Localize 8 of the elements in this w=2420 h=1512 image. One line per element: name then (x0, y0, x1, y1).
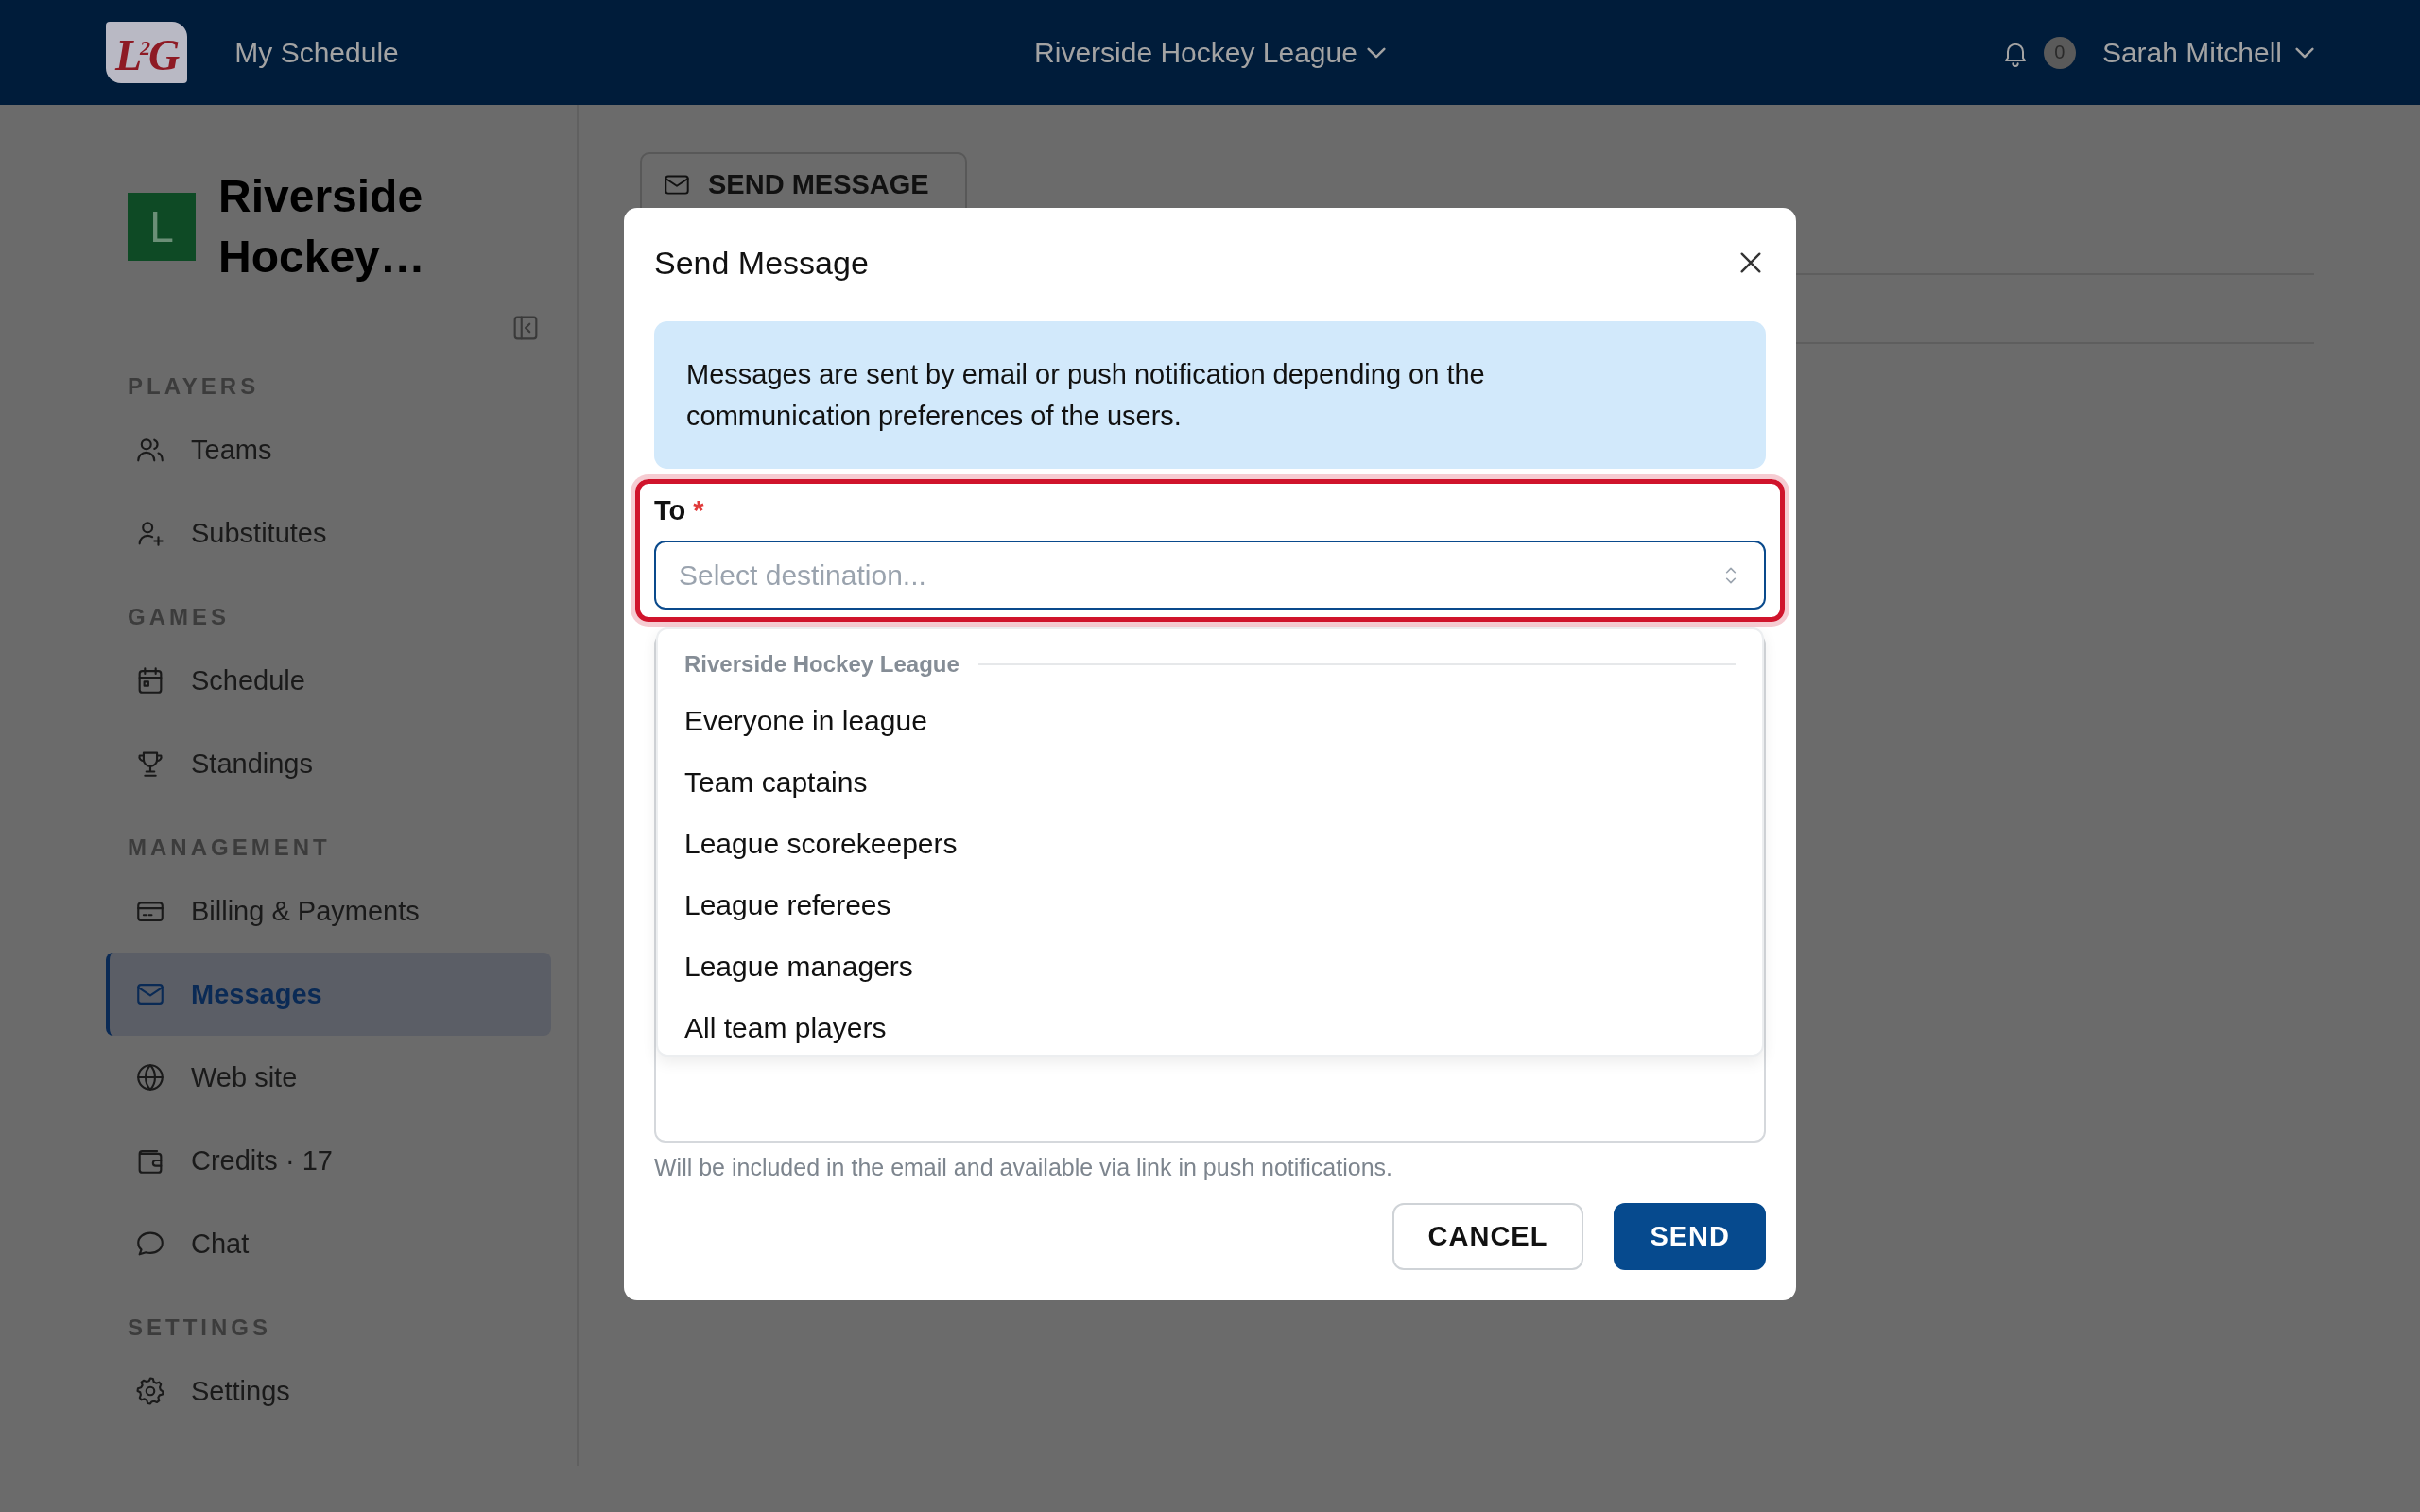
group-header: Riverside Hockey League (684, 651, 959, 678)
field-label: To (654, 494, 686, 526)
info-banner: Messages are sent by email or push notification depending on the communication preferences of the users. (654, 321, 1766, 469)
required-mark: * (693, 494, 704, 526)
helper-text: Will be included in the email and available via link in push notifications. (654, 1153, 1393, 1182)
dialog-title: Send Message (654, 244, 869, 282)
league-logo: L (128, 193, 196, 261)
league-title: Riverside Hockey… (218, 170, 426, 284)
